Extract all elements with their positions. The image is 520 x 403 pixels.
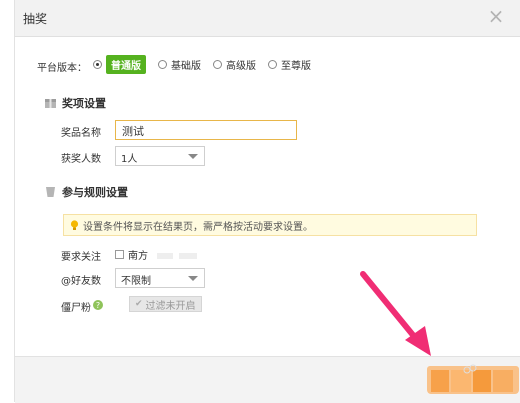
radio-advanced[interactable]: 高级版 <box>213 57 256 72</box>
prize-name-label: 奖品名称 <box>61 128 101 139</box>
follow-checkbox-row[interactable]: 南方 <box>115 247 148 262</box>
radio-standard[interactable]: 普通版 <box>93 54 146 74</box>
dropdown-arrow-icon <box>188 276 198 281</box>
radio-premium[interactable]: 至尊版 <box>268 57 311 72</box>
winners-select-value: 1人 <box>121 154 138 165</box>
pointer-arrow-annotation <box>360 271 431 356</box>
radio-basic[interactable]: 基础版 <box>158 57 201 72</box>
zombie-check-mark: ✔ <box>135 299 143 309</box>
radio-premium-label[interactable]: 至尊版 <box>281 57 311 72</box>
friends-label: @好友数 <box>61 276 101 287</box>
redacted-text-2 <box>179 253 197 259</box>
zombie-label: 僵尸粉 <box>61 303 91 314</box>
radio-basic-label[interactable]: 基础版 <box>171 57 201 72</box>
dialog-title: 抽奖 <box>23 12 48 26</box>
rules-notice-text: 设置条件将显示在结果页，需严格按活动要求设置。 <box>83 221 313 233</box>
lightbulb-icon <box>70 219 79 230</box>
platform-label: 平台版本： <box>37 63 87 74</box>
radio-advanced-dot[interactable] <box>213 59 222 69</box>
follow-label: 要求关注 <box>61 252 101 263</box>
rules-notice: 设置条件将显示在结果页，需严格按活动要求设置。 <box>63 214 477 236</box>
dialog-titlebar: 抽奖 × <box>15 0 520 37</box>
radio-premium-dot[interactable] <box>268 59 277 69</box>
zombie-filter-checkbox: ✔ 过滤未开启 <box>129 296 202 312</box>
radio-basic-dot[interactable] <box>158 59 167 69</box>
zombie-filter-label: 过滤未开启 <box>145 300 196 312</box>
redacted-text-1 <box>157 253 173 259</box>
rules-icon <box>46 187 55 197</box>
friends-select-value: 不限制 <box>121 276 151 287</box>
radio-standard-dot[interactable] <box>93 59 102 69</box>
rules-section-heading: 参与规则设置 <box>45 184 128 200</box>
platform-radio-group: 普通版 基础版 高级版 至尊版 <box>93 54 323 74</box>
follow-option-label[interactable]: 南方 <box>128 247 148 262</box>
radio-advanced-label[interactable]: 高级版 <box>226 57 256 72</box>
obscured-footer-buttons <box>427 364 519 394</box>
dropdown-arrow-icon <box>188 154 198 159</box>
prize-section-title: 奖项设置 <box>62 97 106 110</box>
close-icon[interactable]: × <box>487 6 505 26</box>
svg-text:?: ? <box>96 301 100 310</box>
rules-section-title: 参与规则设置 <box>62 186 128 199</box>
winners-select[interactable]: 1人 <box>115 146 205 166</box>
radio-standard-label[interactable]: 普通版 <box>106 54 146 74</box>
help-icon[interactable]: ? <box>93 300 103 310</box>
prize-section-heading: 奖项设置 <box>45 95 106 111</box>
gift-icon <box>45 99 56 108</box>
follow-checkbox[interactable] <box>115 250 124 259</box>
winners-label: 获奖人数 <box>61 154 101 165</box>
friends-select[interactable]: 不限制 <box>115 268 205 288</box>
prize-name-input[interactable]: 测试 <box>115 120 297 140</box>
